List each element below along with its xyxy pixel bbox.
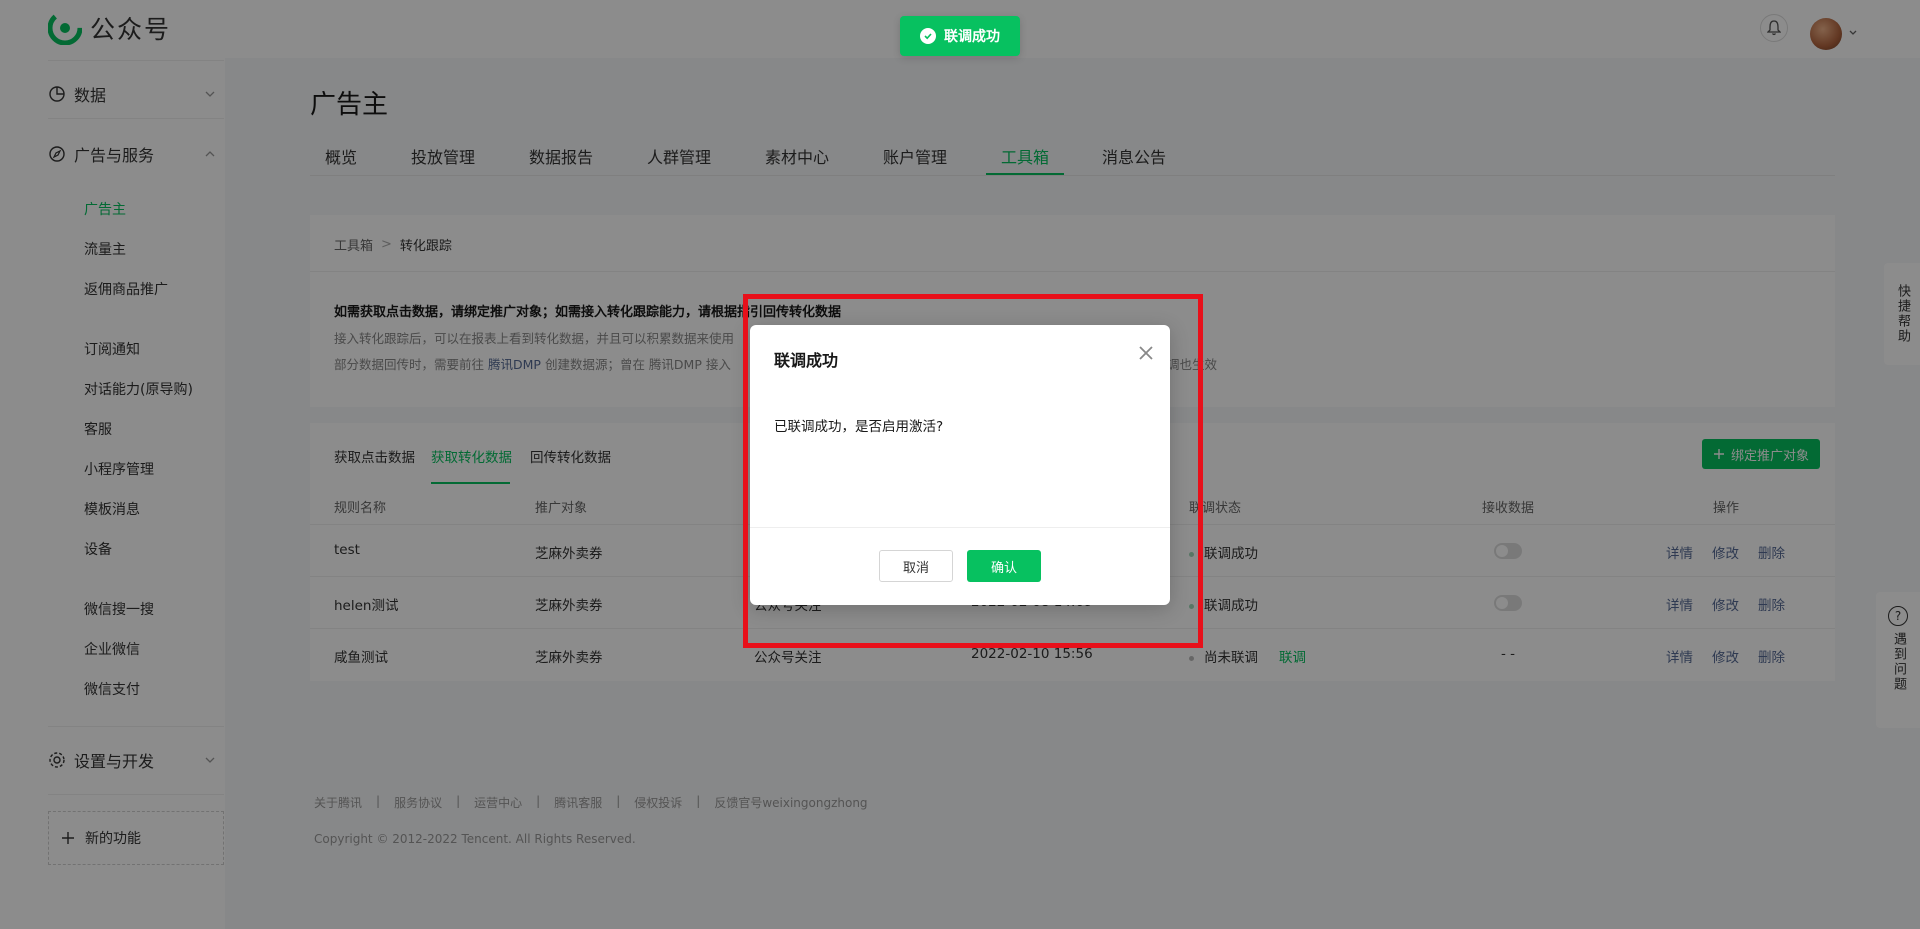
success-toast: 联调成功 <box>900 16 1020 56</box>
check-circle-icon <box>920 28 936 44</box>
highlight-box <box>743 294 1203 648</box>
toast-text: 联调成功 <box>944 29 1000 45</box>
